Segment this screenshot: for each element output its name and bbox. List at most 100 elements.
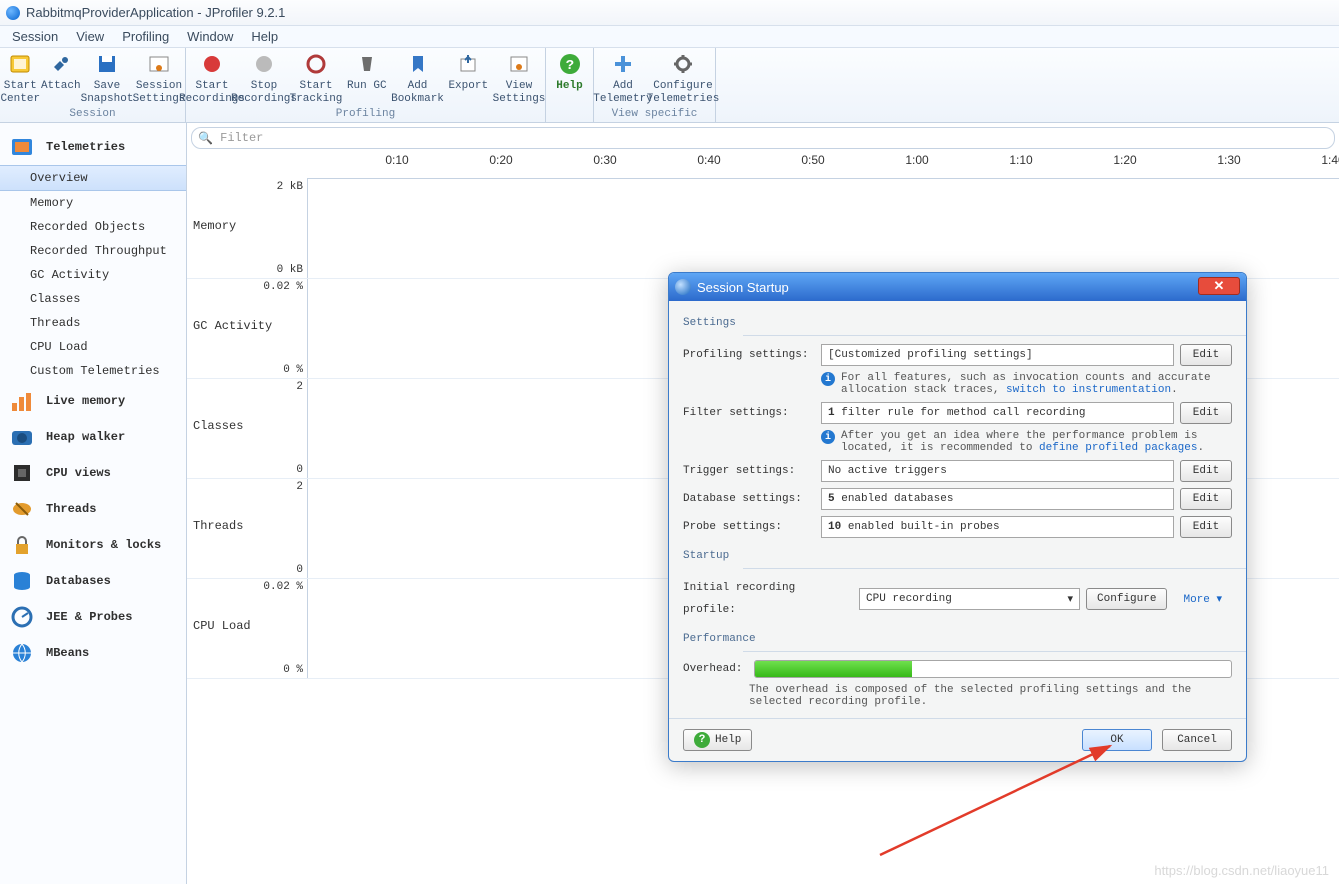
chart-row-title: Threads	[193, 519, 243, 533]
chart-row-scale-bot: 0 %	[283, 664, 303, 676]
overhead-description: The overhead is composed of the selected…	[749, 684, 1232, 708]
sidebar-sub-custom-telemetries[interactable]: Custom Telemetries	[0, 359, 186, 383]
timeline-tick-label: 0:40	[697, 153, 720, 167]
sidebar-sub-cpu-load[interactable]: CPU Load	[0, 335, 186, 359]
overhead-label: Overhead:	[683, 663, 742, 675]
menu-view[interactable]: View	[68, 27, 112, 46]
switch-instrumentation-link[interactable]: switch to instrumentation	[1006, 384, 1171, 396]
profiling-label: Profiling settings:	[683, 344, 815, 366]
group-label-session: Session	[0, 108, 185, 120]
ok-button[interactable]: OK	[1082, 729, 1152, 751]
sidebar-sub-memory[interactable]: Memory	[0, 191, 186, 215]
tool-help[interactable]: ?Help	[546, 48, 593, 122]
group-label-profiling: Profiling	[186, 108, 545, 120]
heapwalker-icon	[10, 425, 34, 449]
dialog-titlebar[interactable]: Session Startup ✕	[669, 273, 1246, 301]
database-label: Database settings:	[683, 488, 815, 510]
menu-session[interactable]: Session	[4, 27, 66, 46]
edit-probe-button[interactable]: Edit	[1180, 516, 1232, 538]
sidebar-item-databases[interactable]: Databases	[0, 563, 186, 599]
sidebar-sub-recorded-throughput[interactable]: Recorded Throughput	[0, 239, 186, 263]
search-icon: 🔍	[198, 131, 213, 146]
lock-icon	[10, 533, 34, 557]
database-icon	[10, 569, 34, 593]
timeline-tick-label: 0:50	[801, 153, 824, 167]
sidebar-sub-overview[interactable]: Overview	[0, 165, 186, 191]
chart-row-scale-top: 2	[296, 381, 303, 393]
timeline-tick-label: 0:10	[385, 153, 408, 167]
dialog-app-icon	[675, 279, 691, 295]
sidebar-item-telemetries[interactable]: Telemetries	[0, 129, 186, 165]
sidebar-sub-classes[interactable]: Classes	[0, 287, 186, 311]
trigger-value: No active triggers	[821, 460, 1174, 482]
sidebar-item-jeeprobes[interactable]: JEE & Probes	[0, 599, 186, 635]
timeline-tick-label: 1:10	[1009, 153, 1032, 167]
probe-label: Probe settings:	[683, 516, 815, 538]
menu-bar: Session View Profiling Window Help	[0, 26, 1339, 48]
session-startup-dialog: Session Startup ✕ Settings Profiling set…	[668, 272, 1247, 762]
sidebar-item-threads[interactable]: Threads	[0, 491, 186, 527]
timeline-tick-label: 1:00	[905, 153, 928, 167]
info-icon: i	[821, 430, 835, 444]
profiling-value: [Customized profiling settings]	[821, 344, 1174, 366]
probes-icon	[10, 605, 34, 629]
sidebar-item-monitors[interactable]: Monitors & locks	[0, 527, 186, 563]
sidebar-sub-recorded-objects[interactable]: Recorded Objects	[0, 215, 186, 239]
menu-profiling[interactable]: Profiling	[114, 27, 177, 46]
chart-row-title: GC Activity	[193, 319, 272, 333]
timeline-tick-label: 1:30	[1217, 153, 1240, 167]
toolbar: StartCenter Attach SaveSnapshot SessionS…	[0, 48, 1339, 123]
sidebar-item-mbeans[interactable]: MBeans	[0, 635, 186, 671]
filter-label: Filter settings:	[683, 402, 815, 424]
help-button[interactable]: ?Help	[683, 729, 752, 751]
edit-profiling-button[interactable]: Edit	[1180, 344, 1232, 366]
chart-row-scale-top: 0.02 %	[263, 581, 303, 593]
timeline-tick-label: 0:30	[593, 153, 616, 167]
chart-row-scale-bot: 0	[296, 464, 303, 476]
close-icon[interactable]: ✕	[1198, 277, 1240, 295]
livemem-icon	[10, 389, 34, 413]
cpu-icon	[10, 461, 34, 485]
performance-section-title: Performance	[683, 633, 1232, 645]
telemetries-icon	[10, 135, 34, 159]
cancel-button[interactable]: Cancel	[1162, 729, 1232, 751]
sidebar-sub-gc-activity[interactable]: GC Activity	[0, 263, 186, 287]
filter-hint: i After you get an idea where the perfor…	[821, 430, 1232, 454]
recording-profile-select[interactable]: CPU recording ▾	[859, 588, 1080, 610]
chart-row-title: Memory	[193, 219, 236, 233]
chart-row-scale-bot: 0 kB	[277, 264, 303, 276]
edit-trigger-button[interactable]: Edit	[1180, 460, 1232, 482]
info-icon: i	[821, 372, 835, 386]
sidebar: Telemetries Overview Memory Recorded Obj…	[0, 123, 187, 884]
chart-row-title: Classes	[193, 419, 243, 433]
sidebar-item-cpuviews[interactable]: CPU views	[0, 455, 186, 491]
recording-profile-label: Initial recording profile:	[683, 577, 853, 621]
database-value: 5 enabled databases	[821, 488, 1174, 510]
threads-icon	[10, 497, 34, 521]
title-bar: RabbitmqProviderApplication - JProfiler …	[0, 0, 1339, 26]
mbeans-icon	[10, 641, 34, 665]
svg-text:?: ?	[565, 58, 573, 74]
filter-input[interactable]: 🔍 Filter	[191, 127, 1335, 149]
edit-database-button[interactable]: Edit	[1180, 488, 1232, 510]
overhead-bar	[754, 660, 1232, 678]
timeline-tick-label: 0:20	[489, 153, 512, 167]
probe-value: 10 enabled built-in probes	[821, 516, 1174, 538]
chart-row-scale-top: 0.02 %	[263, 281, 303, 293]
sidebar-sub-threads[interactable]: Threads	[0, 311, 186, 335]
sidebar-item-heapwalker[interactable]: Heap walker	[0, 419, 186, 455]
profiling-hint: i For all features, such as invocation c…	[821, 372, 1232, 396]
define-packages-link[interactable]: define profiled packages	[1039, 442, 1197, 454]
menu-window[interactable]: Window	[179, 27, 241, 46]
edit-filter-button[interactable]: Edit	[1180, 402, 1232, 424]
settings-section-title: Settings	[683, 317, 1232, 329]
configure-button[interactable]: Configure	[1086, 588, 1167, 610]
more-link[interactable]: More ▾	[1173, 588, 1232, 610]
timeline: 0:100:200:300:400:501:001:101:201:301:40	[307, 153, 1339, 179]
chart-row: Memory 2 kB 0 kB	[187, 179, 1339, 279]
chart-row-title: CPU Load	[193, 619, 251, 633]
chart-row-scale-top: 2 kB	[277, 181, 303, 193]
menu-help[interactable]: Help	[243, 27, 286, 46]
chart-row-scale-bot: 0 %	[283, 364, 303, 376]
sidebar-item-livememory[interactable]: Live memory	[0, 383, 186, 419]
